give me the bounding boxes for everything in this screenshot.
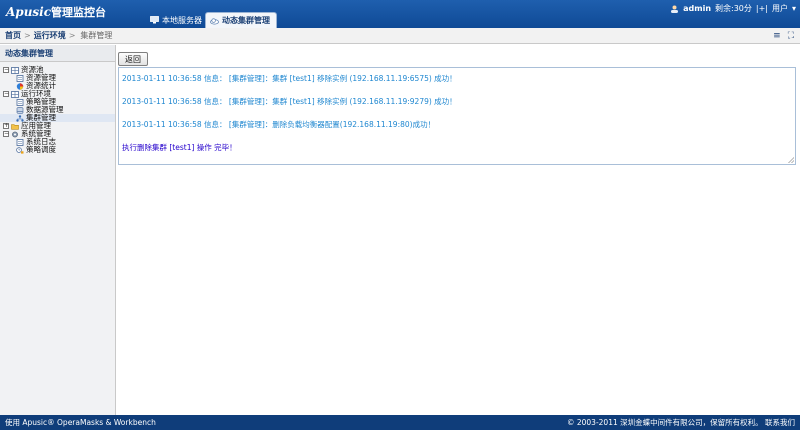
tree-node-resource-stats[interactable]: 资源统计 (0, 82, 115, 90)
document-icon (16, 74, 24, 82)
session-timer: 剩余:30分 (715, 4, 752, 13)
tree-node-resource-manage[interactable]: 资源管理 (0, 74, 115, 82)
header-separator[interactable]: |+| (756, 4, 768, 13)
cloud-icon (210, 17, 219, 25)
breadcrumb-current: 集群管理 (80, 31, 113, 40)
user-icon (671, 5, 679, 13)
tab-dynamic-cluster-label: 动态集群管理 (222, 16, 270, 25)
tree-node-schedule[interactable]: 策略调度 (0, 146, 115, 154)
main-panel: 返回 2013-01-11 10:36:58 信息： [集群管理]：集群 [te… (116, 45, 800, 415)
breadcrumb-tools: ≡ ⛶ (773, 31, 794, 41)
user-menu[interactable]: 用户 (772, 3, 788, 14)
folder-icon (11, 123, 19, 130)
collapse-icon[interactable]: − (3, 91, 9, 97)
schedule-icon (16, 146, 24, 154)
monitor-icon (150, 16, 159, 24)
logo-title: 管理监控台 (51, 6, 107, 19)
operation-log[interactable]: 2013-01-11 10:36:58 信息： [集群管理]：集群 [test1… (118, 67, 796, 165)
tree-node-system-log[interactable]: 系统日志 (0, 138, 115, 146)
breadcrumb-sep: > (68, 31, 76, 40)
list-icon[interactable]: ≡ (773, 31, 781, 41)
tree-node-runtime[interactable]: − 运行环境 (0, 90, 115, 98)
app-logo: Apusic管理监控台 (6, 4, 106, 20)
document-icon (16, 98, 24, 106)
log-line: 2013-01-11 10:36:58 信息： [集群管理]：集群 [test1… (122, 97, 457, 106)
collapse-icon[interactable]: − (3, 67, 9, 73)
log-line: 2013-01-11 10:36:58 信息： [集群管理]：删除负载均衡器配置… (122, 120, 436, 129)
tree-node-resource-pool[interactable]: − 资源池 (0, 66, 115, 74)
chevron-down-icon[interactable]: ▾ (792, 4, 796, 13)
resize-grip-icon[interactable] (788, 157, 794, 163)
footer-copyright[interactable]: © 2003-2011 深圳金蝶中间件有限公司，保留所有权利。 联系我们 (567, 417, 795, 428)
tree-node-datasource[interactable]: 数据源管理 (0, 106, 115, 114)
nav-tree: − 资源池 资源管理 资源统计 − 运行环境 策略管理 数据源管理 集群管理 +… (0, 62, 115, 154)
username: admin (683, 4, 712, 13)
grid-icon (11, 66, 19, 74)
fullscreen-icon[interactable]: ⛶ (788, 31, 794, 41)
grid-icon (11, 90, 19, 98)
tree-node-system[interactable]: − 系统管理 (0, 130, 115, 138)
logo-brand: Apusic (6, 5, 52, 19)
database-icon (16, 106, 24, 114)
breadcrumb-sep: > (24, 31, 31, 40)
sidebar-title: 动态集群管理 (0, 45, 115, 62)
breadcrumb-runtime[interactable]: 运行环境 (34, 30, 66, 41)
tree-node-apps[interactable]: + 应用管理 (0, 122, 115, 130)
log-line: 2013-01-11 10:36:58 信息： [集群管理]：集群 [test1… (122, 74, 457, 83)
app-header: Apusic管理监控台 本地服务器 动态集群管理 admin 剩余:30分 |+… (0, 0, 800, 28)
footer-powered-by: 使用 Apusic® OperaMasks & Workbench (5, 418, 156, 427)
breadcrumb-home[interactable]: 首页 (5, 30, 21, 41)
tab-dynamic-cluster[interactable]: 动态集群管理 (205, 12, 277, 28)
footer: 使用 Apusic® OperaMasks & Workbench © 2003… (0, 415, 800, 430)
breadcrumb: 首页 > 运行环境 > 集群管理 ≡ ⛶ (0, 28, 800, 44)
user-area: admin 剩余:30分 |+| 用户 ▾ (670, 3, 796, 14)
tree-label: 策略调度 (26, 145, 56, 154)
collapse-icon[interactable]: − (3, 131, 9, 137)
gear-icon (12, 131, 18, 137)
tree-node-cluster[interactable]: 集群管理 (0, 114, 115, 122)
sidebar: 动态集群管理 − 资源池 资源管理 资源统计 − 运行环境 策略管理 数据源管理 (0, 45, 116, 415)
expand-icon[interactable]: + (3, 123, 9, 129)
back-button[interactable]: 返回 (118, 52, 148, 66)
tab-local-server[interactable]: 本地服务器 (146, 12, 208, 28)
completion-message: 执行删除集群 [test1] 操作 完毕！ (122, 143, 237, 152)
document-icon (16, 138, 24, 146)
tab-local-server-label: 本地服务器 (162, 15, 202, 25)
